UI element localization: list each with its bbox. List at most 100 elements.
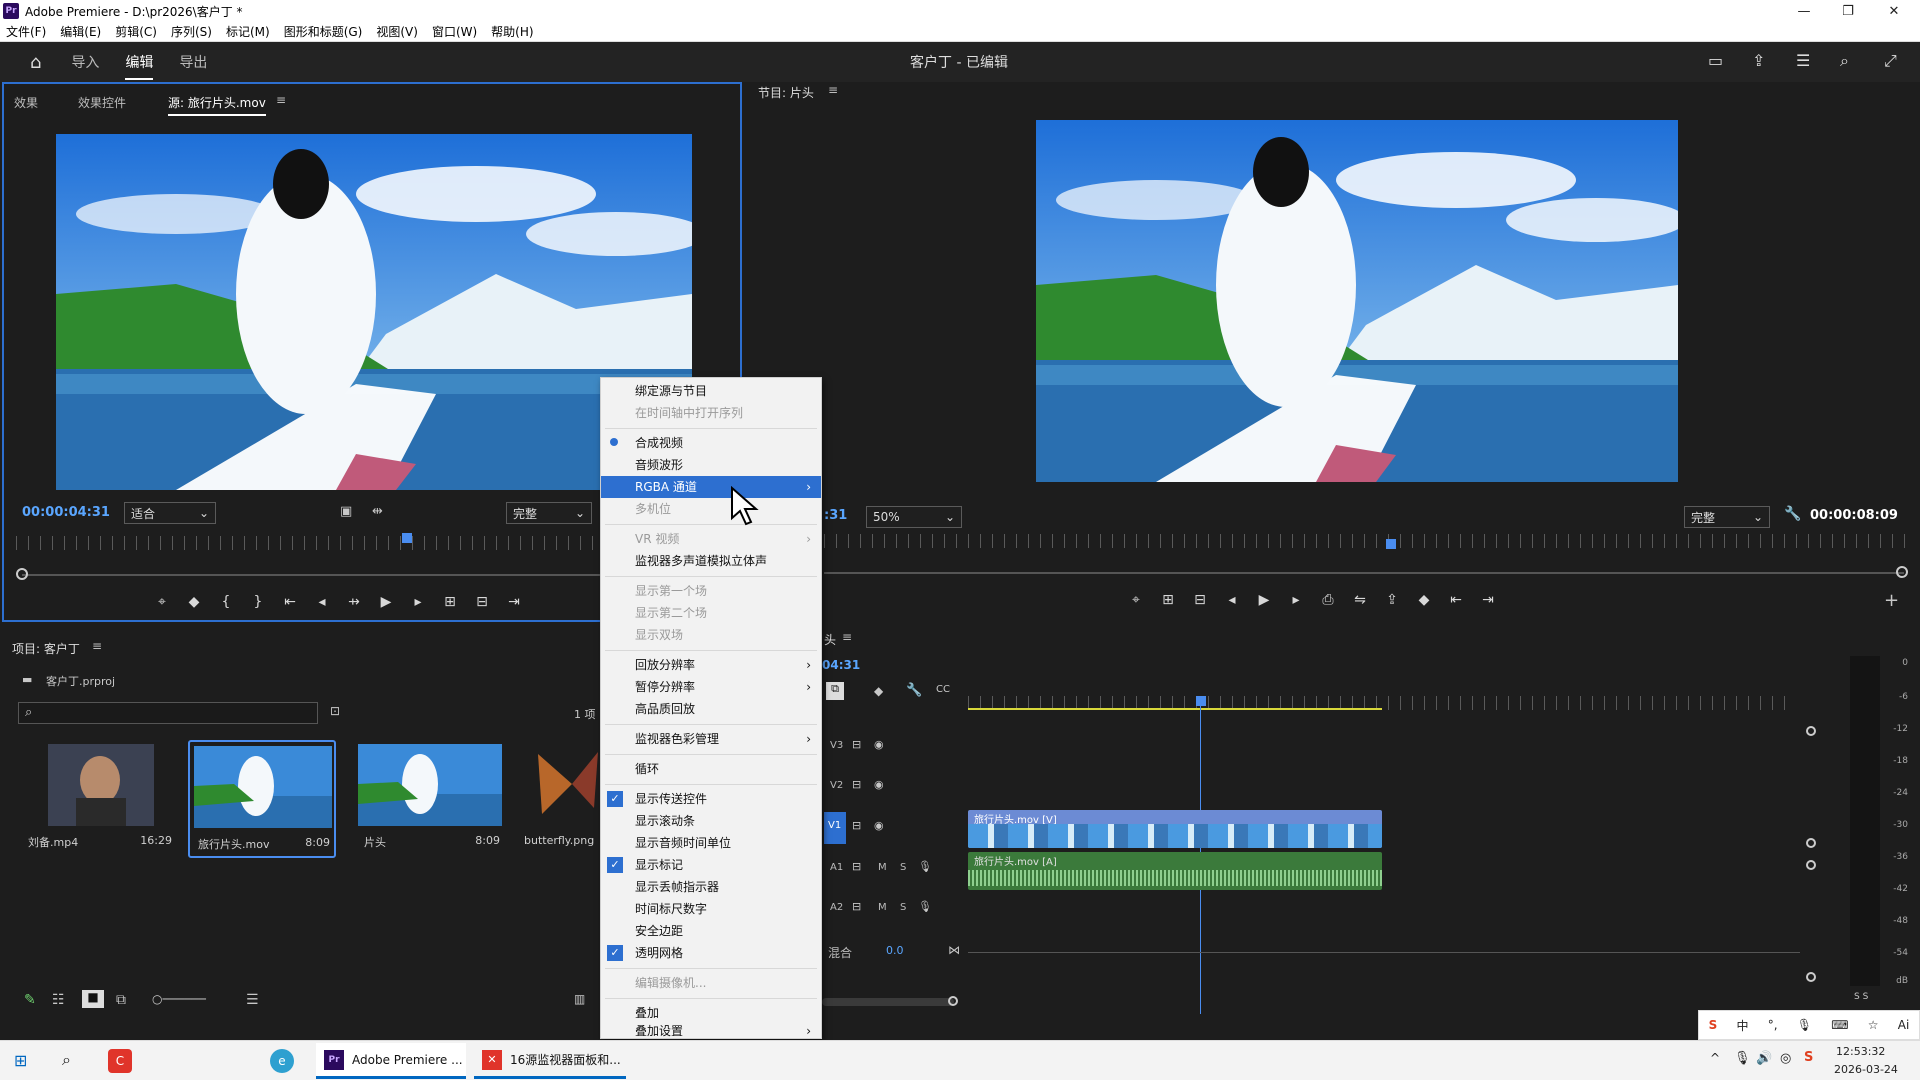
search-icon[interactable]: ⌕ [62,1050,71,1070]
track-label-a2[interactable]: A2 [830,902,843,913]
go-to-in-icon[interactable]: ⇤ [1440,592,1472,608]
step-forward-icon[interactable]: ▸ [1280,592,1312,608]
menu-edit[interactable]: 编辑(E) [60,23,101,40]
project-search-input[interactable] [43,704,313,722]
edge-browser-icon[interactable]: e [270,1049,294,1073]
project-item[interactable]: 片头 8:09 [356,744,504,856]
source-quality-dropdown[interactable]: 完整 ⌄ [506,502,592,524]
program-timecode-left[interactable]: :31 [824,508,847,523]
sogou-icon[interactable]: S [1804,1050,1813,1065]
workspace-menu-icon[interactable]: ☰ [1796,51,1810,70]
eye-icon[interactable]: ◉ [874,778,884,791]
sync-lock-icon[interactable]: ⊟ [852,860,861,873]
clock-time[interactable]: 12:53:32 [1836,1045,1885,1058]
menu-item-safe-margins[interactable]: 安全边距 [601,920,821,942]
safe-margins-icon[interactable]: ▣ [340,504,352,519]
skin-icon[interactable]: ☆ [1868,1018,1879,1032]
tab-import[interactable]: 导入 [71,52,99,72]
panel-menu-icon[interactable]: ≡ [842,630,852,644]
source-time-ruler[interactable] [16,536,600,550]
pencil-icon[interactable]: ✎ [24,992,36,1008]
menu-view[interactable]: 视图(V) [376,23,418,40]
sync-lock-icon[interactable]: ⊟ [852,900,861,913]
maximize-button[interactable]: ❐ [1826,0,1870,22]
clock-date[interactable]: 2026-03-24 [1834,1063,1898,1076]
insert-clip-icon[interactable]: ⊞ [434,594,466,610]
list-view-icon[interactable]: ☷ [52,992,65,1008]
menu-item-audio-time-units[interactable]: 显示音频时间单位 [601,832,821,854]
menu-item-composite-video[interactable]: 合成视频 [601,432,821,454]
menu-item-loop[interactable]: 循环 [601,758,821,780]
menu-item-overlays[interactable]: 叠加 [601,1002,821,1024]
timeline-title[interactable]: 头 [824,631,836,648]
add-marker-icon[interactable]: ⌖ [1120,592,1152,608]
mark-in-icon[interactable]: { [210,594,242,610]
menu-item-paused-resolution[interactable]: 暂停分辨率 › [601,676,821,698]
program-scroll-bar[interactable] [824,572,1904,574]
video-clip[interactable]: 旅行片头.mov [V] [968,810,1382,848]
overwrite-icon[interactable]: ⊟ [466,594,498,610]
minimize-button[interactable]: — [1782,0,1826,22]
automate-icon[interactable]: ▥ [574,992,585,1006]
source-fit-dropdown[interactable]: 适合 ⌄ [124,502,216,524]
panel-menu-icon[interactable]: ≡ [828,83,838,97]
tab-effects[interactable]: 效果 [14,94,38,111]
mix-value[interactable]: 0.0 [886,944,904,957]
track-label-v3[interactable]: V3 [830,740,843,751]
mic-icon[interactable]: 🎙 [918,860,932,873]
project-item[interactable]: 刘备.mp4 16:29 [22,744,172,856]
tab-source[interactable]: 源: 旅行片头.mov [168,94,266,116]
menu-item-time-ruler-numbers[interactable]: 时间标尺数字 [601,898,821,920]
export-frame-icon[interactable]: ⇥ [498,594,530,610]
marker-icon[interactable]: ◆ [874,684,883,698]
mic-icon[interactable]: 🎙 [1734,1051,1751,1066]
project-title[interactable]: 项目: 客户丁 [12,640,80,657]
menu-clip[interactable]: 剪辑(C) [115,23,157,40]
menu-item-show-transport[interactable]: ✓ 显示传送控件 [601,788,821,810]
camera-icon[interactable]: ⎙ [1312,592,1344,608]
mix-toggle-icon[interactable]: ⋈ [948,943,960,957]
program-zoom-dropdown[interactable]: 50% ⌄ [866,506,962,528]
captions-icon[interactable]: CC [936,684,950,695]
scroll-handle[interactable] [1806,838,1816,848]
mic-icon[interactable]: 🎙 [1797,1018,1812,1032]
panel-icon[interactable]: ▭ [1708,51,1723,70]
project-item[interactable]: butterfly.png [522,744,600,856]
step-back-frame-icon[interactable]: ⇸ [338,594,370,610]
ai-icon[interactable]: Ai [1898,1018,1910,1032]
play-icon[interactable]: ▶ [1248,592,1280,608]
tab-edit[interactable]: 编辑 [125,52,154,80]
program-quality-dropdown[interactable]: 完整 ⌄ [1684,506,1770,528]
volume-icon[interactable]: 🔊 [1756,1051,1772,1066]
taskbar-premiere[interactable]: Pr Adobe Premiere ... [316,1043,466,1079]
program-timecode-right[interactable]: 00:00:08:09 [1810,508,1898,523]
mute-button[interactable]: M [878,862,887,873]
menu-item-rgba-channels[interactable]: RGBA 通道 › [601,476,821,498]
marker-icon[interactable]: ◆ [178,594,210,610]
tab-effect-controls[interactable]: 效果控件 [78,94,126,111]
project-item-selected[interactable]: 旅行片头.mov 8:09 [188,740,336,858]
snap-icon[interactable]: ⧉ [826,682,844,700]
scroll-handle[interactable] [1806,972,1816,982]
eye-icon[interactable]: ◉ [874,738,884,751]
play-icon[interactable]: ▶ [370,594,402,610]
source-playhead[interactable] [402,533,412,543]
scroll-handle[interactable] [16,568,28,580]
mic-icon[interactable]: 🎙 [918,900,932,913]
lift-icon[interactable]: ⊞ [1152,592,1184,608]
source-timecode[interactable]: 00:00:04:31 [22,505,110,520]
export-icon[interactable]: ⇪ [1376,592,1408,608]
compare-icon[interactable]: ⇋ [1344,592,1376,608]
add-marker-icon[interactable]: ⌖ [146,594,178,610]
fullscreen-icon[interactable]: ⤢ [1884,51,1897,71]
menu-item-bind-source-program[interactable]: 绑定源与节目 [601,380,821,402]
track-label-v1[interactable]: V1 [824,812,846,844]
keyboard-icon[interactable]: ⌨ [1831,1018,1848,1032]
search-icon[interactable]: ⌕ [1840,51,1849,71]
timeline-scroll-bar[interactable] [822,998,954,1006]
program-time-ruler[interactable] [824,534,1914,548]
sogou-icon[interactable]: S [1709,1018,1718,1032]
sort-icon[interactable]: ☰ [246,992,259,1008]
close-button[interactable]: ✕ [1872,0,1916,22]
share-icon[interactable]: ⇪ [1752,51,1765,70]
